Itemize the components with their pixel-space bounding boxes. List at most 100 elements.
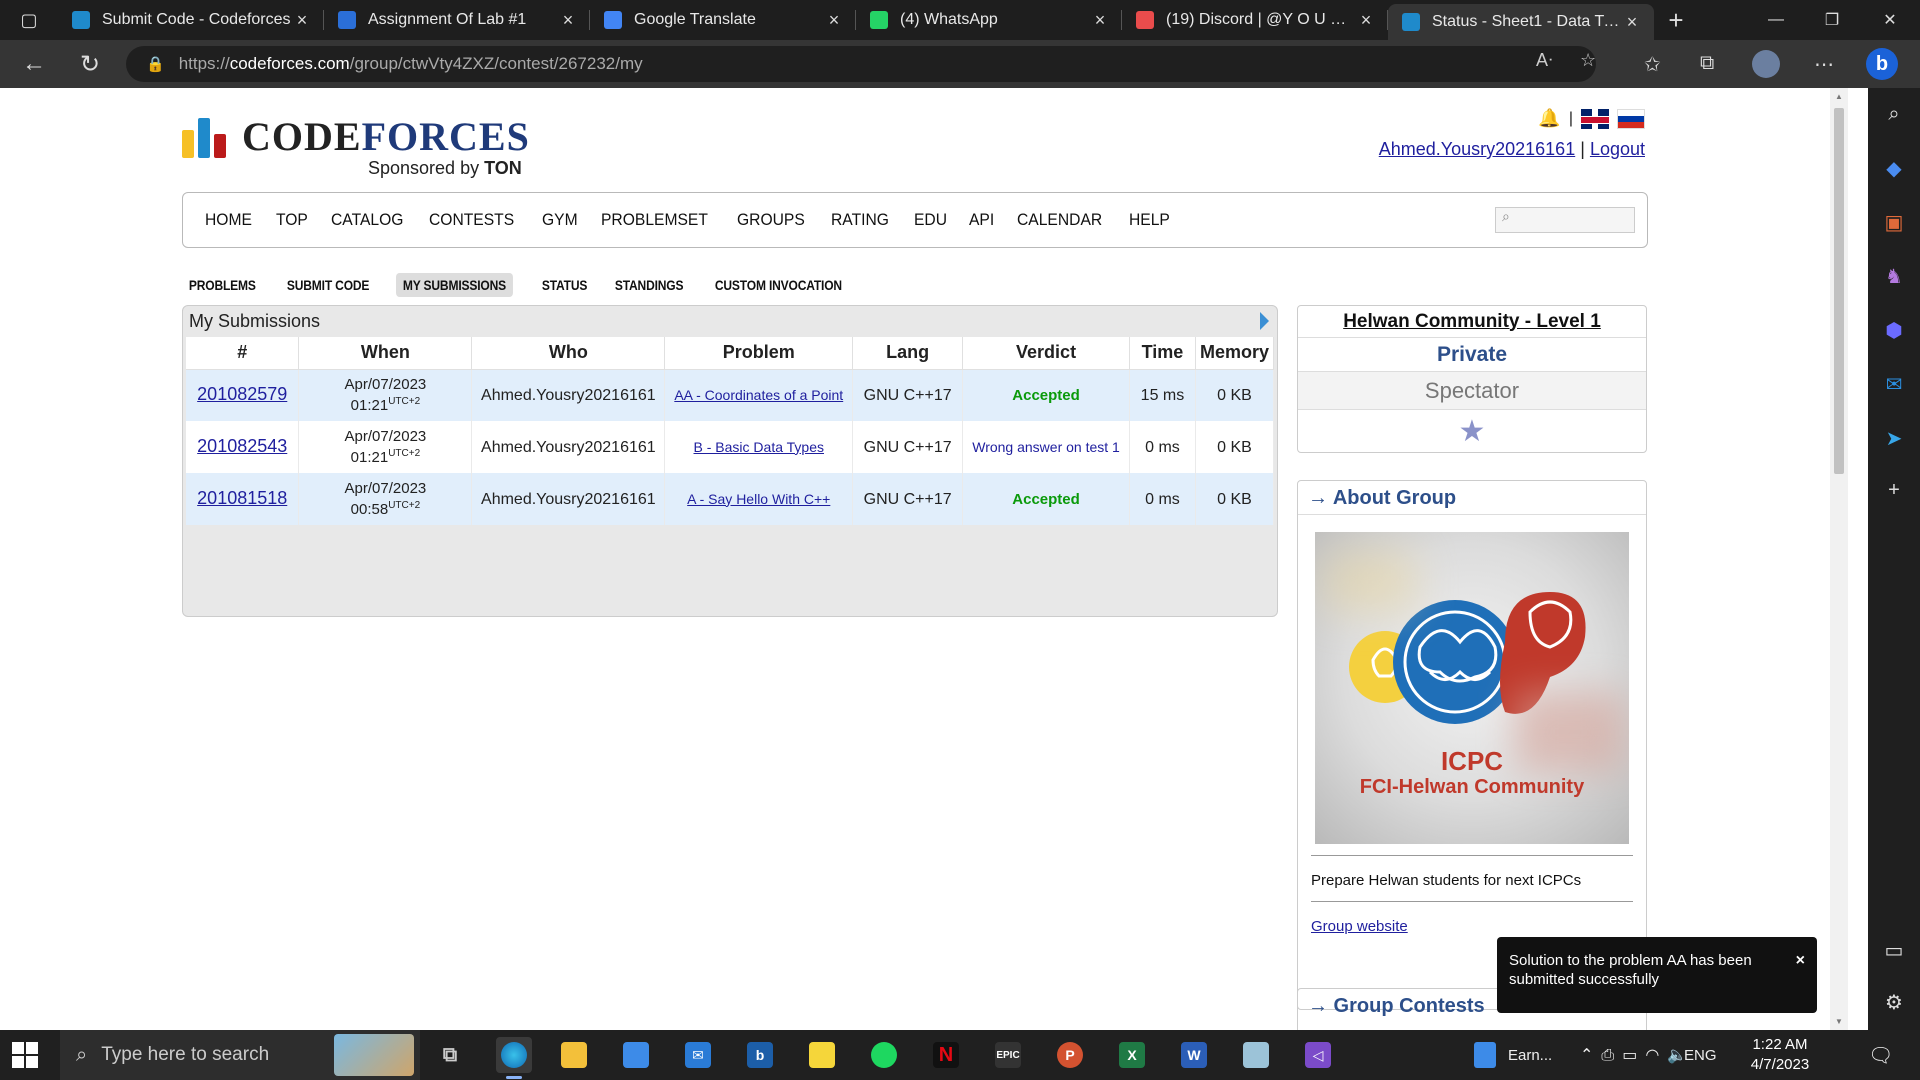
- problem-link[interactable]: A - Say Hello With C++: [687, 491, 830, 507]
- collections-icon[interactable]: ⧉: [1700, 52, 1714, 75]
- tools-icon[interactable]: ▣: [1882, 210, 1906, 234]
- group-website-link[interactable]: Group website: [1311, 918, 1408, 935]
- taskbar-search[interactable]: ⌕ Type here to search: [60, 1030, 420, 1080]
- spotify-icon[interactable]: [866, 1037, 902, 1073]
- browser-tab[interactable]: (19) Discord | @Y O U S E F ×: [1122, 0, 1388, 40]
- outlook-icon[interactable]: ✉: [1882, 372, 1906, 396]
- codeforces-logo[interactable]: CODEFORCES Sponsored by TON: [182, 117, 530, 178]
- page-scrollbar[interactable]: ▲ ▼: [1830, 88, 1848, 1030]
- microsoft-365-icon[interactable]: ⬢: [1882, 318, 1906, 342]
- read-aloud-icon[interactable]: Aᐧ: [1536, 50, 1553, 71]
- menu-item-gym[interactable]: GYM: [542, 210, 578, 230]
- tab-close-icon[interactable]: ×: [292, 10, 312, 31]
- app-b-icon[interactable]: b: [742, 1037, 778, 1073]
- submission-id-link[interactable]: 201081518: [197, 488, 287, 508]
- column-header[interactable]: Who: [471, 337, 666, 370]
- scroll-down-icon[interactable]: ▼: [1834, 1017, 1844, 1026]
- favorites-icon[interactable]: ✩: [1644, 52, 1661, 77]
- submenu-submit-code[interactable]: SUBMIT CODE: [280, 273, 376, 297]
- menu-item-calendar[interactable]: CALENDAR: [1017, 210, 1102, 230]
- url-field[interactable]: 🔒 https://codeforces.com/group/ctwVty4ZX…: [126, 46, 1596, 82]
- visual-studio-icon[interactable]: ◁: [1300, 1037, 1336, 1073]
- notification-icon[interactable]: 🔔: [1538, 108, 1560, 129]
- tab-actions-icon[interactable]: ▢: [0, 0, 58, 40]
- browser-tab[interactable]: Status - Sheet1 - Data Types ×: [1388, 4, 1654, 40]
- submenu-problems[interactable]: PROBLEMS: [182, 273, 263, 297]
- language-indicator[interactable]: ENG: [1684, 1030, 1717, 1080]
- menu-item-home[interactable]: HOME: [205, 210, 252, 230]
- restore-icon[interactable]: ❐: [1804, 0, 1860, 40]
- username-link[interactable]: Ahmed.Yousry20216161: [1379, 139, 1576, 159]
- verdict[interactable]: Accepted: [1012, 491, 1080, 508]
- submission-id-link[interactable]: 201082543: [197, 436, 287, 456]
- toast-close-icon[interactable]: ×: [1796, 951, 1805, 970]
- tab-close-icon[interactable]: ×: [1356, 10, 1376, 31]
- browser-tab[interactable]: Assignment Of Lab #1 ×: [324, 0, 590, 40]
- menu-item-contests[interactable]: CONTESTS: [429, 210, 514, 230]
- mail-icon[interactable]: ✉: [680, 1037, 716, 1073]
- verdict[interactable]: Accepted: [1012, 387, 1080, 404]
- file-explorer-icon[interactable]: [556, 1037, 592, 1073]
- verdict[interactable]: Wrong answer on test 1: [972, 439, 1120, 455]
- epic-games-icon[interactable]: EPIC: [990, 1037, 1026, 1073]
- more-icon[interactable]: ⋯: [1814, 52, 1834, 77]
- search-input[interactable]: ⌕: [1495, 207, 1635, 233]
- column-header[interactable]: When: [298, 337, 473, 370]
- russian-flag-icon[interactable]: [1617, 108, 1645, 129]
- menu-item-catalog[interactable]: CATALOG: [331, 210, 403, 230]
- column-header[interactable]: Memory: [1195, 337, 1275, 370]
- column-header[interactable]: Verdict: [962, 337, 1130, 370]
- submenu-status[interactable]: STATUS: [535, 273, 594, 297]
- menu-item-rating[interactable]: RATING: [831, 210, 889, 230]
- minimize-icon[interactable]: —: [1748, 0, 1804, 40]
- column-header[interactable]: #: [186, 337, 300, 370]
- store-icon[interactable]: [618, 1037, 654, 1073]
- group-name[interactable]: Helwan Community - Level 1: [1298, 306, 1646, 338]
- add-favorite-icon[interactable]: ☆: [1580, 50, 1596, 71]
- author-name[interactable]: Ahmed.Yousry20216161: [481, 491, 656, 508]
- browser-tab[interactable]: (4) WhatsApp ×: [856, 0, 1122, 40]
- widget-news[interactable]: Earn...: [1474, 1030, 1552, 1080]
- add-sidebar-icon[interactable]: +: [1882, 478, 1906, 502]
- author-name[interactable]: Ahmed.Yousry20216161: [481, 387, 656, 404]
- browser-tab[interactable]: Submit Code - Codeforces ×: [58, 0, 324, 40]
- scroll-thumb[interactable]: [1834, 108, 1844, 474]
- netflix-icon[interactable]: N: [928, 1037, 964, 1073]
- back-icon[interactable]: ←: [6, 40, 62, 88]
- tab-close-icon[interactable]: ×: [1622, 12, 1642, 33]
- column-header[interactable]: Time: [1129, 337, 1196, 370]
- tab-close-icon[interactable]: ×: [1090, 10, 1110, 31]
- drop-icon[interactable]: ➤: [1882, 426, 1906, 450]
- browser-tab[interactable]: Google Translate ×: [590, 0, 856, 40]
- edge-taskbar-icon[interactable]: [496, 1037, 532, 1079]
- tab-close-icon[interactable]: ×: [824, 10, 844, 31]
- submenu-my-submissions[interactable]: MY SUBMISSIONS: [395, 273, 513, 297]
- task-view-icon[interactable]: ⧉: [432, 1037, 468, 1073]
- games-icon[interactable]: ♞: [1882, 264, 1906, 288]
- submenu-custom-invocation[interactable]: CUSTOM INVOCATION: [708, 273, 849, 297]
- menu-item-groups[interactable]: GROUPS: [737, 210, 805, 230]
- windows-start-icon[interactable]: [12, 1042, 38, 1068]
- submission-id-link[interactable]: 201082579: [197, 384, 287, 404]
- column-header[interactable]: Problem: [664, 337, 854, 370]
- profile-avatar[interactable]: [1752, 50, 1780, 78]
- notifications-icon[interactable]: 🗨: [1868, 1030, 1893, 1080]
- scroll-up-icon[interactable]: ▲: [1834, 92, 1844, 101]
- sticky-notes-icon[interactable]: [804, 1037, 840, 1073]
- taskbar-clock[interactable]: 1:22 AM 4/7/2023: [1740, 1035, 1820, 1075]
- english-flag-icon[interactable]: [1581, 108, 1609, 129]
- refresh-icon[interactable]: ↻: [62, 40, 118, 88]
- menu-item-edu[interactable]: EDU: [914, 210, 947, 230]
- app-paper-icon[interactable]: [1238, 1037, 1274, 1073]
- problem-link[interactable]: AA - Coordinates of a Point: [674, 387, 843, 403]
- tab-close-icon[interactable]: ×: [558, 10, 578, 31]
- menu-item-help[interactable]: HELP: [1129, 210, 1170, 230]
- star-icon[interactable]: ★: [1298, 410, 1646, 452]
- menu-item-api[interactable]: API: [969, 210, 994, 230]
- close-window-icon[interactable]: ✕: [1862, 0, 1918, 40]
- settings-icon[interactable]: ⚙: [1882, 990, 1906, 1014]
- problem-link[interactable]: B - Basic Data Types: [694, 439, 824, 455]
- bing-icon[interactable]: b: [1866, 48, 1898, 80]
- arrow-right-icon[interactable]: [1260, 312, 1269, 330]
- word-icon[interactable]: W: [1176, 1037, 1212, 1073]
